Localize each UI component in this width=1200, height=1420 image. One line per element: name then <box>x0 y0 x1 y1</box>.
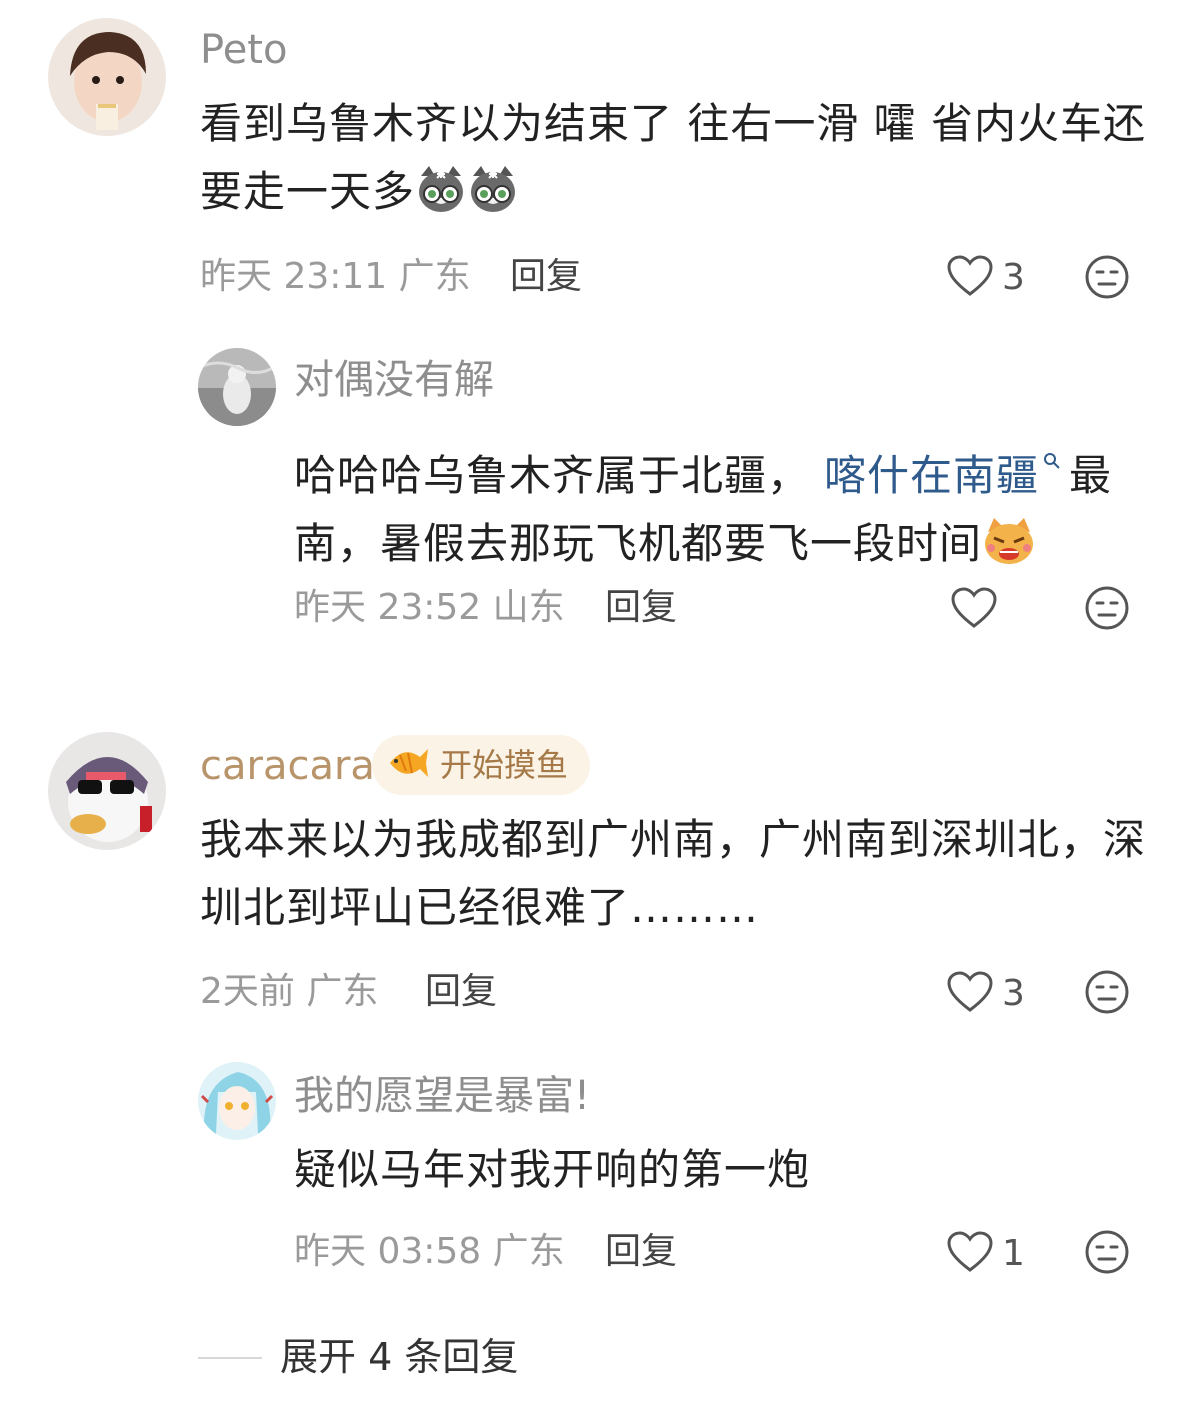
like-button[interactable]: 3 <box>946 970 1025 1018</box>
avatar-baofu[interactable] <box>198 1062 276 1140</box>
comment-author[interactable]: caracara <box>200 742 375 790</box>
like-count: 3 <box>1002 973 1025 1014</box>
cat-glasses-icon <box>467 162 519 234</box>
heart-icon <box>950 587 998 634</box>
dislike-button[interactable] <box>1084 585 1130 635</box>
like-button[interactable]: 1 <box>946 1230 1025 1278</box>
reply-button[interactable]: 回复 <box>510 255 582 299</box>
like-count: 3 <box>1002 257 1025 298</box>
like-button[interactable] <box>950 586 998 634</box>
dislike-button[interactable] <box>1084 969 1130 1019</box>
reply-text: 哈哈哈乌鲁木齐属于北疆， 喀什在南疆 最南，暑假去那玩飞机都要飞一段时间 <box>294 422 1164 586</box>
expand-replies-button[interactable]: 展开 4 条回复 <box>280 1334 518 1380</box>
heart-icon <box>946 1230 994 1278</box>
angry-cat-icon <box>982 516 1036 586</box>
reply-author[interactable]: 我的愿望是暴富! <box>294 1072 590 1120</box>
neutral-face-icon <box>1084 970 1130 1019</box>
neutral-face-icon <box>1084 1230 1130 1279</box>
reply-meta: 昨天 03:58 广东 <box>294 1231 565 1272</box>
comment-text: 看到乌鲁木齐以为结束了 往右一滑 嚯 省内火车还要走一天多 <box>200 90 1150 234</box>
cat-glasses-icon <box>415 162 467 234</box>
fish-icon <box>386 743 430 787</box>
search-icon <box>1043 422 1061 490</box>
reply-button[interactable]: 回复 <box>605 586 677 630</box>
avatar-duiou[interactable] <box>198 348 276 426</box>
heart-icon <box>946 254 994 302</box>
dislike-button[interactable] <box>1084 1229 1130 1279</box>
dislike-button[interactable] <box>1084 254 1130 304</box>
search-link[interactable]: 喀什在南疆 <box>824 451 1061 500</box>
like-count: 1 <box>1002 1233 1025 1274</box>
reply-button[interactable]: 回复 <box>425 970 497 1014</box>
like-button[interactable]: 3 <box>946 254 1025 302</box>
comment-meta: 昨天 23:11 广东 <box>200 256 471 297</box>
avatar-caracara[interactable] <box>48 732 166 850</box>
expand-divider <box>198 1357 262 1359</box>
reply-button[interactable]: 回复 <box>605 1230 677 1274</box>
reply-author[interactable]: 对偶没有解 <box>294 356 494 404</box>
avatar-peto[interactable] <box>48 18 166 136</box>
neutral-face-icon <box>1084 586 1130 635</box>
comment-text-content: 看到乌鲁木齐以为结束了 往右一滑 嚯 省内火车还要走一天多 <box>200 99 1147 216</box>
comment-text: 我本来以为我成都到广州南，广州南到深圳北，深圳北到坪山已经很难了……… <box>200 815 1147 932</box>
search-link-text: 喀什在南疆 <box>824 451 1040 500</box>
comment-author[interactable]: Peto <box>200 26 287 74</box>
badge-label: 开始摸鱼 <box>440 746 569 784</box>
user-badge: 开始摸鱼 <box>372 735 591 795</box>
reply-text: 疑似马年对我开响的第一炮 <box>294 1145 811 1194</box>
comment-meta: 2天前 广东 <box>200 971 379 1012</box>
neutral-face-icon <box>1084 255 1130 304</box>
heart-icon <box>946 970 994 1018</box>
reply-text-before: 哈哈哈乌鲁木齐属于北疆， <box>294 451 811 500</box>
reply-meta: 昨天 23:52 山东 <box>294 587 565 628</box>
